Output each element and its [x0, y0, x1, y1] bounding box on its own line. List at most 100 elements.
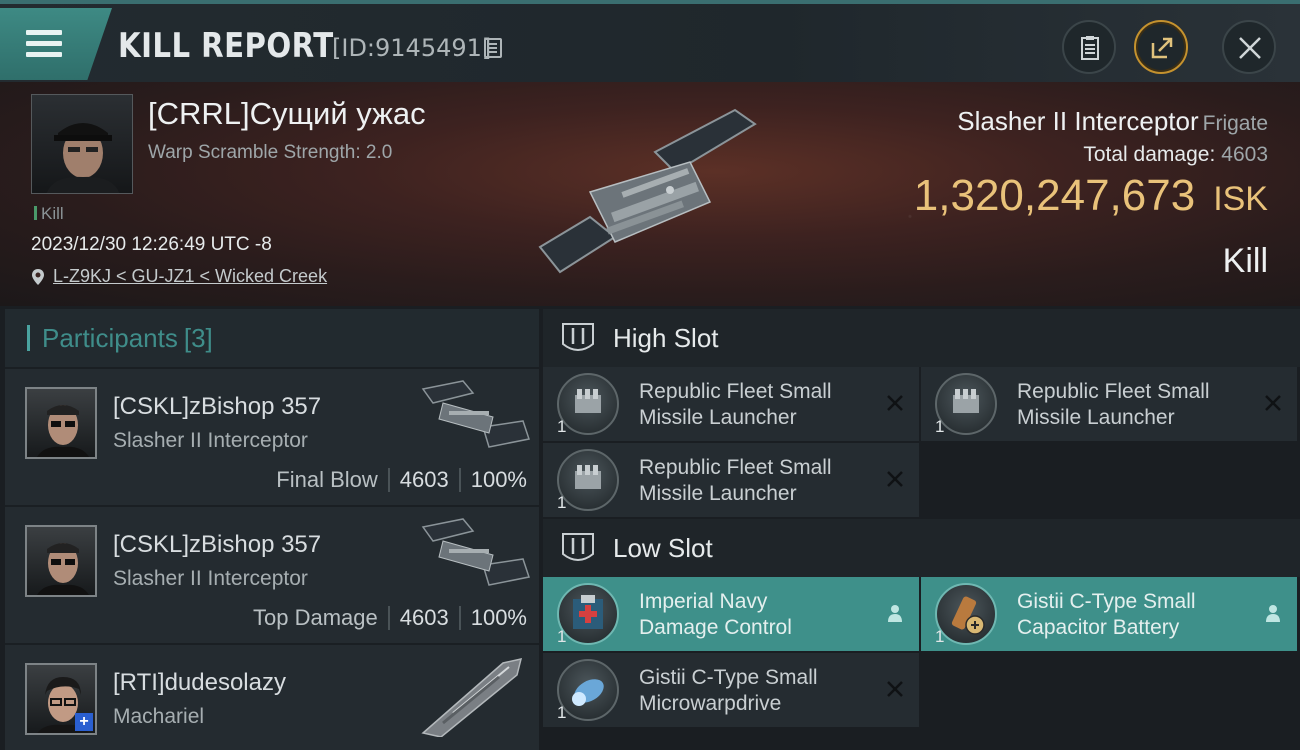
module-item[interactable]: 1 Republic Fleet Small Missile Launcher: [543, 367, 919, 441]
total-damage-line: Total damage: 4603: [914, 143, 1268, 167]
ship-name[interactable]: Slasher II Interceptor: [957, 106, 1198, 136]
module-name-line1: Gistii C-Type Small: [1017, 590, 1196, 613]
empty-slot: [921, 653, 1297, 727]
module-name-line2: Capacitor Battery: [1017, 616, 1180, 639]
copy-icon[interactable]: [484, 38, 502, 58]
participant-portrait[interactable]: [25, 387, 97, 459]
isk-value-line: 1,320,247,673 ISK: [914, 171, 1268, 221]
ship-name-line: Slasher II Interceptor Frigate: [914, 106, 1268, 137]
participant-ship-image: [421, 658, 523, 737]
divider: [387, 606, 390, 630]
module-name: Republic Fleet Small Missile Launcher: [639, 379, 879, 431]
participant-stats: Final Blow 4603 100%: [276, 467, 527, 493]
location-text[interactable]: L-Z9KJ < GU-JZ1 < Wicked Creek: [53, 266, 327, 287]
kill-id: [ID:9145491]: [332, 34, 492, 62]
module-name: Gistii C-Type Small Microwarpdrive: [639, 665, 879, 717]
divider: [458, 606, 461, 630]
share-button[interactable]: [1134, 20, 1188, 74]
high-slot-header: High Slot: [543, 309, 1300, 367]
participant-percent: 100%: [470, 605, 527, 630]
warp-scramble-strength: Warp Scramble Strength: 2.0: [148, 142, 393, 163]
location-pin-icon: [32, 268, 44, 285]
participant-ship-image: [421, 518, 530, 586]
victim-banner: [CRRL]Сущий ужас Warp Scramble Strength:…: [0, 82, 1300, 306]
destroyed-icon: [887, 681, 903, 697]
low-slot-label: Low Slot: [613, 532, 713, 563]
high-slot-label: High Slot: [613, 322, 719, 353]
isk-value: 1,320,247,673: [913, 171, 1196, 220]
participant-ship: Slasher II Interceptor: [113, 429, 308, 452]
module-item[interactable]: 1 Imperial Navy Damage Control: [543, 577, 919, 651]
hamburger-icon: [26, 30, 62, 63]
close-icon: [1239, 37, 1261, 59]
low-slot-header: Low Slot: [543, 519, 1300, 577]
page-title: KILL REPORT: [118, 26, 334, 66]
participant-row[interactable]: [CSKL]zBishop 357 Slasher II Interceptor…: [5, 507, 539, 643]
participants-label: Participants: [42, 322, 178, 353]
clipboard-icon: [1081, 36, 1099, 60]
kill-result: Kill: [1222, 242, 1268, 280]
participant-stats: Top Damage 4603 100%: [253, 605, 527, 631]
module-name-line2: Damage Control: [639, 616, 792, 639]
close-button[interactable]: [1222, 20, 1276, 74]
module-name: Republic Fleet Small Missile Launcher: [1017, 379, 1257, 431]
character-portrait-icon: [36, 543, 90, 595]
module-name: Republic Fleet Small Missile Launcher: [639, 455, 879, 507]
module-row: 1 Republic Fleet Small Missile Launcher: [543, 443, 1300, 519]
module-item[interactable]: 1 Republic Fleet Small Missile Launcher: [543, 443, 919, 517]
module-item[interactable]: 1 Gistii C-Type Small Capacitor Battery: [921, 577, 1297, 651]
module-item[interactable]: 1 Republic Fleet Small Missile Launcher: [921, 367, 1297, 441]
total-damage-label: Total damage:: [1083, 143, 1216, 166]
destroyed-icon: [887, 471, 903, 487]
fitting-panel: High Slot 1 Republic Fleet Small Missile…: [543, 309, 1300, 750]
module-quantity: 1: [935, 417, 945, 436]
participant-row[interactable]: + [RTI]dudesolazy Machariel: [5, 645, 539, 750]
module-item[interactable]: 1 Gistii C-Type Small Microwarpdrive: [543, 653, 919, 727]
victim-portrait[interactable]: [31, 94, 133, 194]
participant-name[interactable]: [CSKL]zBishop 357: [113, 393, 321, 421]
module-quantity: 1: [557, 417, 567, 436]
module-row: 1 Imperial Navy Damage Control 1 Gistii …: [543, 577, 1300, 653]
module-name: Gistii C-Type Small Capacitor Battery: [1017, 589, 1257, 641]
participant-damage: 4603: [399, 467, 449, 492]
location-link[interactable]: L-Z9KJ < GU-JZ1 < Wicked Creek: [31, 266, 327, 287]
participant-name[interactable]: [RTI]dudesolazy: [113, 669, 286, 697]
module-quantity: 1: [557, 627, 567, 646]
menu-button[interactable]: [0, 8, 112, 80]
module-name-line2: Missile Launcher: [639, 482, 797, 505]
share-icon: [1151, 37, 1173, 59]
participant-portrait[interactable]: +: [25, 663, 97, 735]
victim-ship-image: [538, 108, 757, 274]
destroyed-icon: [887, 395, 903, 411]
header-accent-bar: [27, 325, 30, 351]
participant-row[interactable]: [CSKL]zBishop 357 Slasher II Interceptor…: [5, 369, 539, 505]
low-slot-icon: [562, 533, 594, 561]
participant-portrait[interactable]: [25, 525, 97, 597]
module-name: Imperial Navy Damage Control: [639, 589, 879, 641]
isk-unit: ISK: [1213, 180, 1268, 218]
module-row: 1 Gistii C-Type Small Microwarpdrive: [543, 653, 1300, 729]
participant-damage: 4603: [399, 605, 449, 630]
module-name-line1: Republic Fleet Small: [639, 456, 832, 479]
module-name-line1: Gistii C-Type Small: [639, 666, 818, 689]
module-quantity: 1: [557, 493, 567, 512]
report-button[interactable]: [1062, 20, 1116, 74]
participants-header: Participants [3]: [5, 309, 539, 367]
participant-role: Final Blow: [276, 467, 378, 492]
module-name-line1: Republic Fleet Small: [1017, 380, 1210, 403]
module-name-line1: Imperial Navy: [639, 590, 768, 613]
kill-timestamp: 2023/12/30 12:26:49 UTC -8: [31, 234, 272, 255]
victim-name[interactable]: [CRRL]Сущий ужас: [148, 96, 426, 132]
participants-panel: Participants [3] [CSKL]zBishop 357 Slash…: [5, 309, 539, 750]
participant-percent: 100%: [470, 467, 527, 492]
ship-info: Slasher II Interceptor Frigate Total dama…: [914, 106, 1268, 221]
divider: [387, 468, 390, 492]
module-name-line2: Missile Launcher: [639, 406, 797, 429]
total-damage-value: 4603: [1221, 143, 1268, 166]
participant-name[interactable]: [CSKL]zBishop 357: [113, 531, 321, 559]
ship-class: Frigate: [1202, 112, 1268, 135]
kill-tag: Kill: [34, 204, 64, 224]
participant-ship: Slasher II Interceptor: [113, 567, 308, 590]
dropped-person-icon: [888, 605, 902, 622]
top-bar: KILL REPORT [ID:9145491]: [0, 0, 1300, 82]
